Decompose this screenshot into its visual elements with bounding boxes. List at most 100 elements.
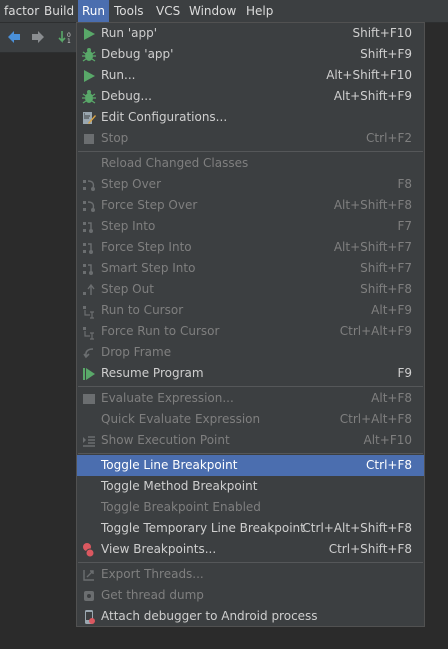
menu-item-run-app[interactable]: Run 'app' Shift+F10 [77,23,424,44]
menu-item-label: Force Step Over [101,198,198,212]
edit-config-icon [83,112,96,124]
menu-item-shortcut: Alt+F8 [371,391,412,405]
menu-item-label: Force Run to Cursor [101,324,220,338]
menu-item-label: Show Execution Point [101,433,230,447]
menu-item-label: Step Out [101,282,154,296]
menu-item-get-thread-dump[interactable]: Get thread dump [77,585,424,606]
menu-vcs[interactable]: VCS [152,0,184,22]
back-arrow-icon[interactable] [6,29,22,45]
menu-item-shortcut: Ctrl+Alt+Shift+F8 [302,521,412,535]
menu-tools[interactable]: Tools [110,0,148,22]
menu-item-export-threads[interactable]: Export Threads... [77,564,424,585]
run-menu: Run 'app' Shift+F10 Debug 'app' Shift+F9… [76,22,425,627]
menu-item-show-execution-point[interactable]: Show Execution Point Alt+F10 [77,430,424,451]
menu-item-shortcut: Ctrl+F2 [366,131,412,145]
menu-item-label: Debug 'app' [101,47,174,61]
menu-item-view-breakpoints[interactable]: View Breakpoints... Ctrl+Shift+F8 [77,539,424,560]
force-run-to-cursor-icon [83,327,94,340]
menu-item-shortcut: Shift+F8 [360,282,412,296]
run-icon [84,28,95,40]
stop-icon [84,134,94,144]
menu-item-stop[interactable]: Stop Ctrl+F2 [77,128,424,149]
menu-build[interactable]: Build [40,0,78,22]
forward-arrow-icon[interactable] [30,29,46,45]
menu-item-edit-configurations[interactable]: Edit Configurations... [77,107,424,128]
menu-item-shortcut: Alt+Shift+F8 [333,198,412,212]
evaluate-icon [83,394,95,404]
menu-item-shortcut: Shift+F9 [360,47,412,61]
menu-help[interactable]: Help [242,0,277,22]
menu-item-shortcut: Ctrl+Alt+F8 [339,412,412,426]
menu-item-reload-classes[interactable]: Reload Changed Classes [77,153,424,174]
menu-item-label: Toggle Method Breakpoint [101,479,258,493]
menu-item-shortcut: Alt+F10 [363,433,412,447]
menubar: factor Build Run Tools VCS Window Help [0,0,448,23]
force-step-into-icon [83,243,93,254]
menu-item-label: Step Over [101,177,161,191]
menu-item-shortcut: Ctrl+Shift+F8 [328,542,412,556]
menu-item-shortcut: Ctrl+Alt+F9 [339,324,412,338]
menu-item-label: Resume Program [101,366,204,380]
menu-item-label: Toggle Temporary Line Breakpoint [101,521,305,535]
menu-item-debug-dialog[interactable]: Debug... Alt+Shift+F9 [77,86,424,107]
menu-item-run-to-cursor[interactable]: Run to Cursor Alt+F9 [77,300,424,321]
menu-item-shortcut: Ctrl+F8 [366,458,412,472]
menu-item-label: Reload Changed Classes [101,156,249,170]
debug-icon [82,48,96,62]
run-to-cursor-icon [83,306,94,319]
menu-item-step-out[interactable]: Step Out Shift+F8 [77,279,424,300]
menu-item-label: Debug... [101,89,152,103]
menu-item-shortcut: Alt+Shift+F10 [326,68,412,82]
menu-item-smart-step-into[interactable]: Smart Step Into Shift+F7 [77,258,424,279]
menu-run[interactable]: Run [78,0,110,22]
menu-item-label: Drop Frame [101,345,172,359]
menu-item-resume-program[interactable]: Resume Program F9 [77,363,424,384]
menu-item-quick-evaluate[interactable]: Quick Evaluate Expression Ctrl+Alt+F8 [77,409,424,430]
menu-item-step-into[interactable]: Step Into F7 [77,216,424,237]
resume-icon [83,368,95,380]
menu-refactor[interactable]: factor [0,0,43,22]
menu-item-step-over[interactable]: Step Over F8 [77,174,424,195]
step-out-icon [83,283,95,295]
menu-item-label: Export Threads... [101,567,204,581]
menu-separator [78,453,423,454]
editor-background [0,53,78,649]
menu-item-label: Edit Configurations... [101,110,228,124]
menu-item-attach-debugger[interactable]: Attach debugger to Android process [77,606,424,627]
menu-item-evaluate-expression[interactable]: Evaluate Expression... Alt+F8 [77,388,424,409]
force-step-over-icon [83,201,95,212]
menu-item-shortcut: Alt+Shift+F9 [333,89,412,103]
menu-window[interactable]: Window [185,0,240,22]
menu-item-force-step-over[interactable]: Force Step Over Alt+Shift+F8 [77,195,424,216]
svg-text:1: 1 [67,38,71,45]
menu-item-label: Force Step Into [101,240,192,254]
menu-item-drop-frame[interactable]: Drop Frame [77,342,424,363]
menu-item-label: Toggle Breakpoint Enabled [101,500,261,514]
menu-item-label: View Breakpoints... [101,542,217,556]
menu-item-label: Run to Cursor [101,303,184,317]
menu-item-force-step-into[interactable]: Force Step Into Alt+Shift+F7 [77,237,424,258]
menu-item-label: Stop [101,131,129,145]
menu-item-shortcut: Shift+F10 [352,26,412,40]
drop-frame-icon [83,348,94,359]
debug-icon [82,90,96,104]
menu-item-run-dialog[interactable]: Run... Alt+Shift+F10 [77,65,424,86]
menu-item-force-run-to-cursor[interactable]: Force Run to Cursor Ctrl+Alt+F9 [77,321,424,342]
export-threads-icon [83,570,94,581]
run-icon [84,70,95,82]
execution-point-icon [83,436,95,447]
menu-item-label: Get thread dump [101,588,204,602]
menu-item-shortcut: Alt+Shift+F7 [333,240,412,254]
menu-item-toggle-temporary-breakpoint[interactable]: Toggle Temporary Line Breakpoint Ctrl+Al… [77,518,424,539]
menu-item-label: Attach debugger to Android process [101,609,318,623]
menu-item-shortcut: F7 [397,219,412,233]
menu-item-label: Run 'app' [101,26,158,40]
menu-item-shortcut: Alt+F9 [371,303,412,317]
attach-debugger-icon [85,610,95,624]
menu-item-debug-app[interactable]: Debug 'app' Shift+F9 [77,44,424,65]
menu-item-toggle-method-breakpoint[interactable]: Toggle Method Breakpoint [77,476,424,497]
menu-item-shortcut: Shift+F7 [360,261,412,275]
menu-item-toggle-line-breakpoint[interactable]: Toggle Line Breakpoint Ctrl+F8 [77,455,424,476]
menu-item-toggle-breakpoint-enabled[interactable]: Toggle Breakpoint Enabled [77,497,424,518]
sort-icon[interactable]: 0 1 [58,29,74,45]
